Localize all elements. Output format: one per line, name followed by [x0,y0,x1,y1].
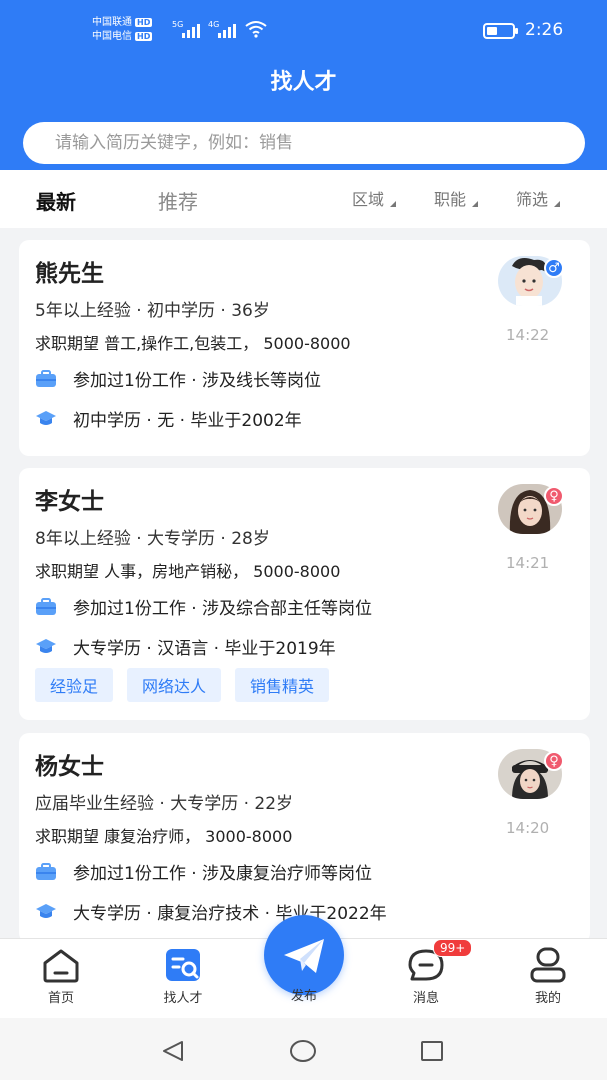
filter-more[interactable]: 筛选 [516,186,561,210]
education-row: 大专学历 · 汉语言 · 毕业于2019年 [35,634,336,659]
candidate-summary: 5年以上经验 · 初中学历 · 36岁 [35,301,270,321]
filter-more-label: 筛选 [516,190,549,209]
home-circle-icon[interactable] [289,1039,317,1063]
education-text: 初中学历 · 无 · 毕业于2002年 [73,411,302,431]
update-time: 14:21 [506,554,550,572]
education-text: 大专学历 · 汉语言 · 毕业于2019年 [73,639,336,659]
candidate-summary: 应届毕业生经验 · 大专学历 · 22岁 [35,794,294,814]
nav-publish-label: 发布 [290,989,317,1004]
nav-messages-label: 消息 [412,991,439,1006]
candidate-summary: 8年以上经验 · 大专学历 · 28岁 [35,529,270,549]
filter-area[interactable]: 区域 [352,186,397,210]
female-gender-icon: ♀ [544,751,564,771]
paper-plane-icon [284,939,324,973]
message-count-badge: 99+ [433,939,473,957]
candidate-expectation: 求职期望 康复治疗师， 3000-8000 [35,827,293,846]
battery-icon [483,23,518,39]
avatar: ♀ [498,749,564,799]
work-text: 参加过1份工作 · 涉及康复治疗师等岗位 [73,864,373,884]
tag-list: 经验足 网络达人 销售精英 [35,668,330,702]
nav-home[interactable]: 首页 [21,947,101,1006]
avatar: ♂ [498,256,564,306]
carrier-2: 中国电信 [92,31,132,42]
filter-function-label: 职能 [434,190,467,209]
candidate-card[interactable]: 杨女士 应届毕业生经验 · 大专学历 · 22岁 求职期望 康复治疗师， 300… [19,733,590,943]
signal-icon-2 [218,22,236,38]
education-row: 初中学历 · 无 · 毕业于2002年 [35,406,302,431]
candidate-name: 杨女士 [35,754,104,780]
recents-icon[interactable] [420,1040,444,1062]
briefcase-icon [36,369,56,387]
briefcase-icon [36,597,56,615]
nav-find-talent[interactable]: 找人才 [143,947,223,1006]
talent-search-icon [166,949,200,981]
page-title: 找人才 [270,70,337,95]
clock: 2:26 [525,20,564,40]
work-text: 参加过1份工作 · 涉及线长等岗位 [73,371,322,391]
top-header: 中国联通 HD 中国电信 HD 5G 4G 2:26 找人才 请输入简历关键字，例如… [0,0,607,170]
work-row: 参加过1份工作 · 涉及康复治疗师等岗位 [35,859,372,884]
nav-mine-label: 我的 [534,991,561,1006]
nav-home-label: 首页 [47,991,74,1006]
nav-mine[interactable]: 我的 [508,947,588,1006]
work-row: 参加过1份工作 · 涉及线长等岗位 [35,366,321,391]
carrier-info: 中国联通 HD 中国电信 HD [92,16,153,44]
bottom-nav: 首页 找人才 发布 消息 99+ 我的 [0,915,607,1018]
candidate-name: 熊先生 [35,261,104,287]
nav-find-talent-label: 找人才 [163,991,203,1006]
dropdown-triangle-icon [472,201,479,207]
dropdown-triangle-icon [554,201,561,207]
candidate-expectation: 求职期望 人事，房地产销秘， 5000-8000 [35,562,341,581]
status-bar: 中国联通 HD 中国电信 HD 5G 4G 2:26 [0,14,607,54]
tag: 销售精英 [235,668,330,702]
tab-recommend[interactable]: 推荐 [158,186,198,215]
filter-area-label: 区域 [352,190,385,209]
update-time: 14:22 [506,326,550,344]
work-text: 参加过1份工作 · 涉及综合部主任等岗位 [73,599,373,619]
tag: 网络达人 [127,668,222,702]
graduation-cap-icon [36,638,56,653]
hd-badge-1: HD [135,17,153,27]
briefcase-icon [36,862,56,880]
back-icon[interactable] [160,1040,186,1062]
search-input[interactable]: 请输入简历关键字，例如：销售 [23,122,585,164]
avatar: ♀ [498,484,564,534]
tab-latest[interactable]: 最新 [36,186,76,215]
user-icon [530,947,566,983]
carrier-1: 中国联通 [92,17,132,28]
wifi-icon [245,21,267,38]
system-nav-bar [0,1018,607,1080]
home-icon [43,949,79,983]
dropdown-triangle-icon [390,201,397,207]
update-time: 14:20 [506,819,550,837]
work-row: 参加过1份工作 · 涉及综合部主任等岗位 [35,594,372,619]
candidate-name: 李女士 [35,489,104,515]
male-gender-icon: ♂ [544,258,564,278]
candidate-expectation: 求职期望 普工,操作工,包装工， 5000-8000 [35,334,351,353]
signal-icon-1 [182,22,200,38]
graduation-cap-icon [36,410,56,425]
nav-publish-label-wrap[interactable]: 发布 [264,985,344,1004]
female-gender-icon: ♀ [544,486,564,506]
tabs-bar: 最新 推荐 区域 职能 筛选 [0,170,607,228]
hd-badge-2: HD [135,31,153,41]
graduation-cap-icon [36,903,56,918]
filter-function[interactable]: 职能 [434,186,479,210]
tag: 经验足 [35,668,114,702]
candidate-card[interactable]: 李女士 8年以上经验 · 大专学历 · 28岁 求职期望 人事，房地产销秘， 5… [19,468,590,720]
publish-button[interactable] [264,915,344,995]
candidate-card[interactable]: 熊先生 5年以上经验 · 初中学历 · 36岁 求职期望 普工,操作工,包装工，… [19,240,590,456]
